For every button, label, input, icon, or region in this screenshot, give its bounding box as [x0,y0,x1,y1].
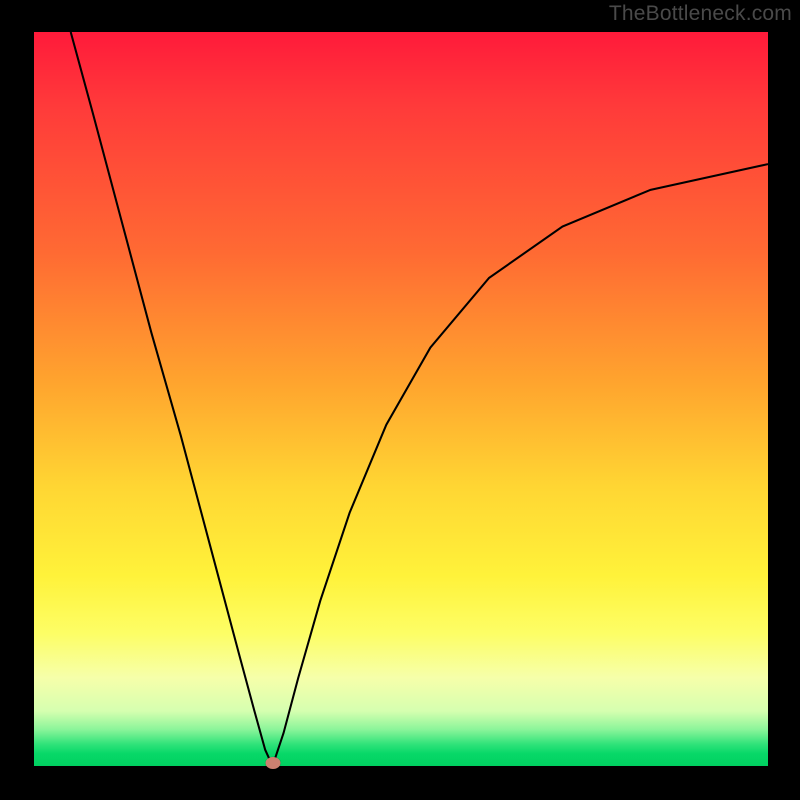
curve-path [71,32,768,766]
watermark-text: TheBottleneck.com [609,2,792,26]
plot-area [34,32,768,766]
optimum-marker [265,757,280,769]
bottleneck-curve [34,32,768,766]
chart-stage: TheBottleneck.com [0,0,800,800]
